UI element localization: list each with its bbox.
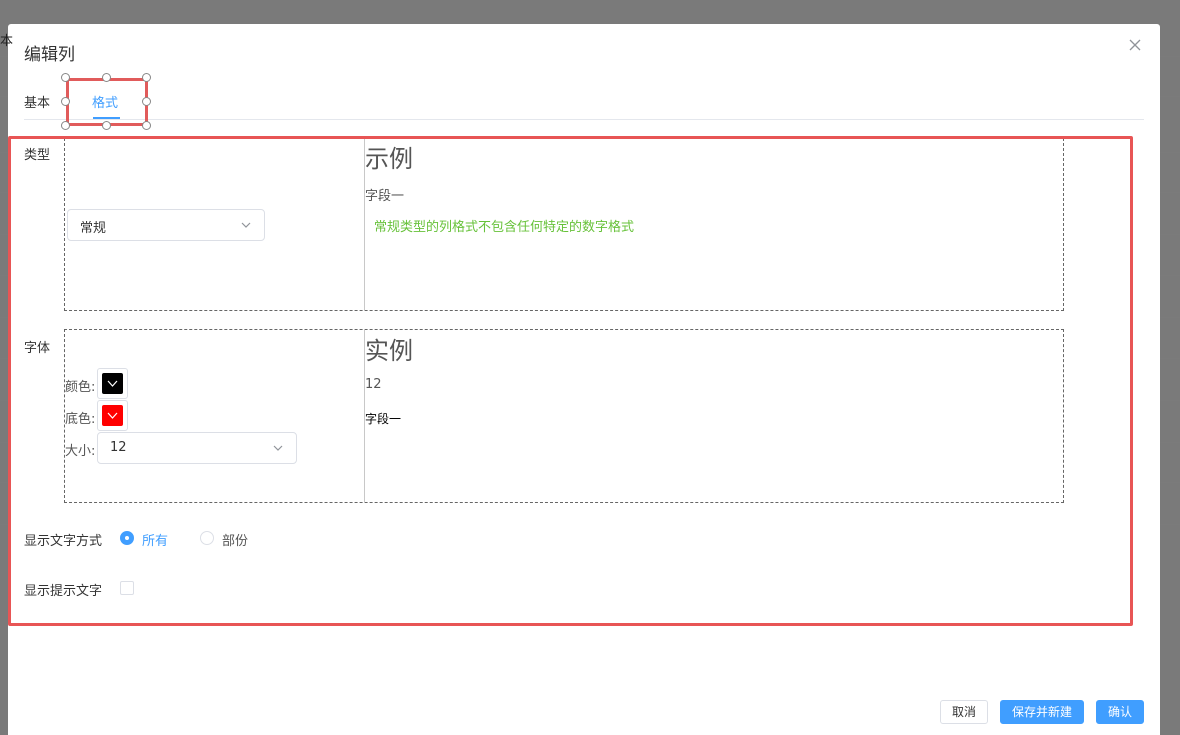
resize-handle[interactable] — [61, 73, 70, 82]
resize-handle[interactable] — [102, 73, 111, 82]
content-selection-highlight — [8, 136, 1133, 626]
cancel-button[interactable]: 取消 — [940, 700, 988, 724]
edit-column-dialog: 编辑列 基本 格式 类型 常规 示例 字段一 常规类型的列格式不包含任何特定的数… — [8, 24, 1160, 735]
resize-handle[interactable] — [61, 121, 70, 130]
resize-handle[interactable] — [142, 121, 151, 130]
tab-bar: 基本 格式 — [24, 88, 1144, 120]
save-and-new-button[interactable]: 保存并新建 — [1000, 700, 1084, 724]
background-partial-text: 本 — [0, 34, 14, 49]
resize-handle[interactable] — [102, 121, 111, 130]
tab-selection-highlight — [66, 78, 148, 126]
resize-handle[interactable] — [142, 73, 151, 82]
close-icon[interactable] — [1128, 38, 1144, 54]
confirm-button[interactable]: 确认 — [1096, 700, 1144, 724]
tab-basic[interactable]: 基本 — [24, 92, 50, 111]
resize-handle[interactable] — [142, 97, 151, 106]
dialog-title: 编辑列 — [24, 45, 75, 65]
resize-handle[interactable] — [61, 97, 70, 106]
